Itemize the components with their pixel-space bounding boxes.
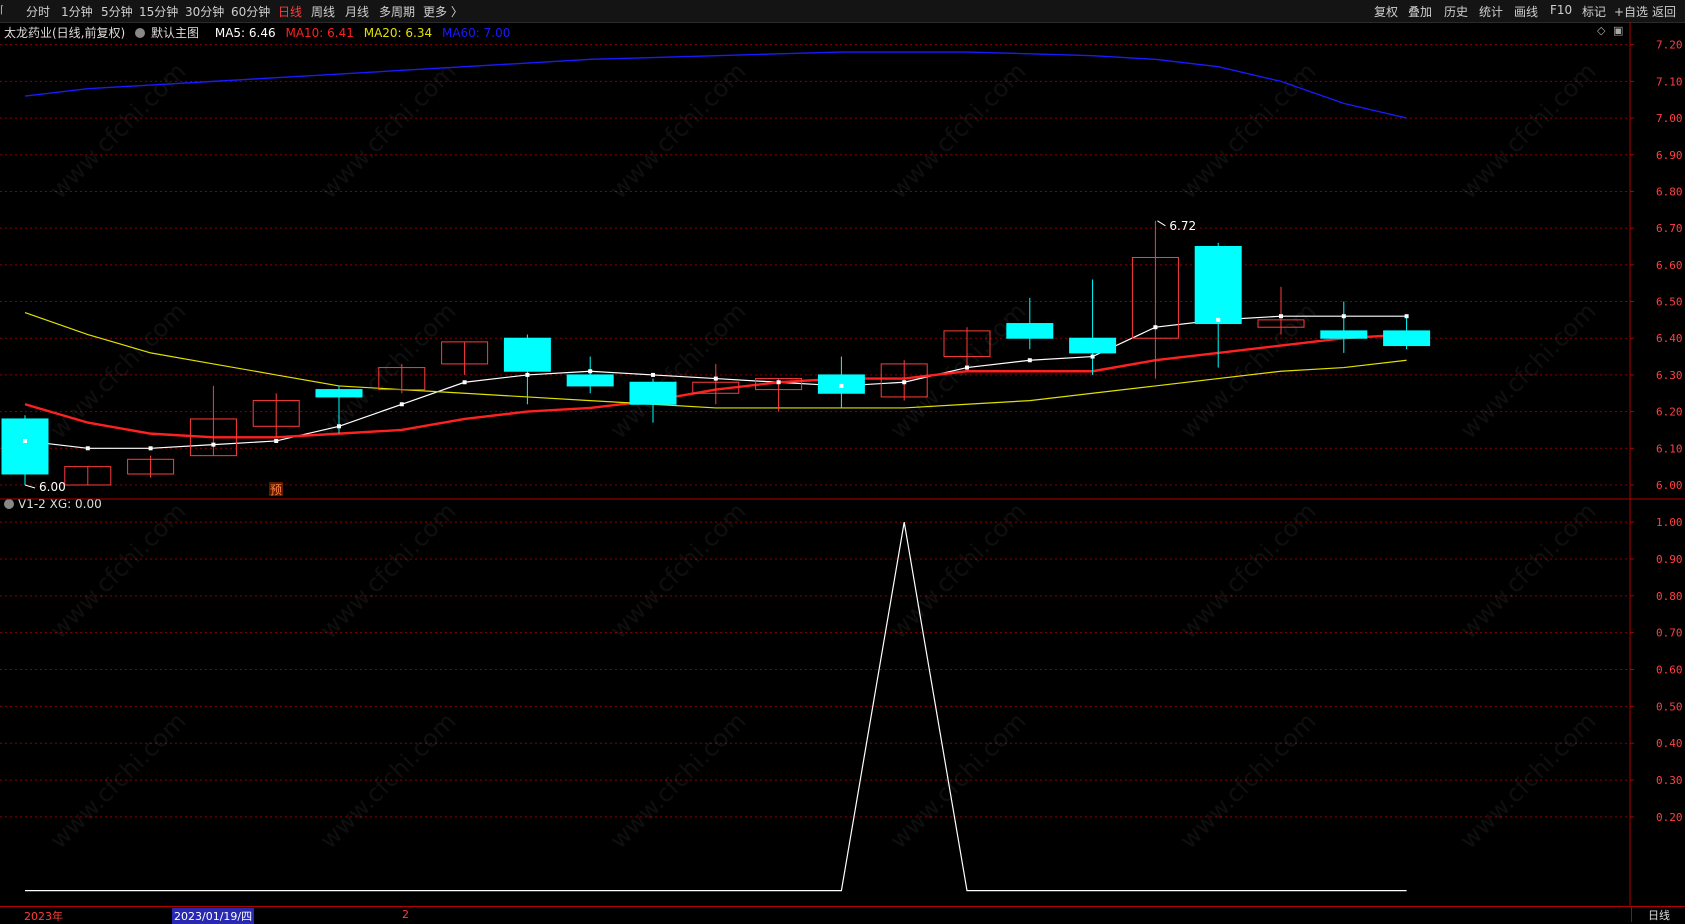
sub-y-tick-label: 0.90 xyxy=(1656,553,1683,566)
ma5-marker xyxy=(713,376,718,381)
main-y-tick-label: 6.40 xyxy=(1656,332,1683,345)
high-annotation-pointer xyxy=(1157,220,1166,227)
ma5-marker xyxy=(85,446,90,451)
main-y-tick-label: 6.80 xyxy=(1656,185,1683,198)
main-y-tick-label: 6.90 xyxy=(1656,149,1683,162)
watermark-text: www.cfchi.com xyxy=(44,297,191,444)
watermark-text: www.cfchi.com xyxy=(1454,57,1601,204)
ma5-marker xyxy=(148,446,153,451)
ma5-marker xyxy=(776,380,781,385)
candle-down xyxy=(315,389,363,398)
sub-y-tick-label: 0.80 xyxy=(1656,590,1683,603)
watermark-text: www.cfchi.com xyxy=(604,57,751,204)
candle-down xyxy=(503,337,551,372)
watermark-text: www.cfchi.com xyxy=(314,707,461,854)
main-y-tick-label: 7.00 xyxy=(1656,112,1683,125)
ma5-marker xyxy=(1216,317,1221,322)
watermark-text: www.cfchi.com xyxy=(1454,297,1601,444)
candle-down xyxy=(1069,337,1117,354)
sub-y-tick-label: 0.70 xyxy=(1656,627,1683,640)
candle-down xyxy=(629,381,677,405)
ma5-marker xyxy=(1090,354,1095,359)
main-y-tick-label: 6.00 xyxy=(1656,479,1683,492)
ma5-marker xyxy=(588,369,593,374)
ma5-marker xyxy=(839,383,844,388)
sub-y-tick-label: 0.50 xyxy=(1656,700,1683,713)
ma5-marker xyxy=(1279,314,1283,319)
watermark-text: www.cfchi.com xyxy=(44,497,191,644)
watermark-text: www.cfchi.com xyxy=(604,297,751,444)
ma5-marker xyxy=(1404,314,1409,319)
sub-y-tick-label: 0.20 xyxy=(1656,811,1683,824)
watermark-text: www.cfchi.com xyxy=(314,497,461,644)
ma5-marker xyxy=(274,438,279,443)
main-y-tick-label: 7.20 xyxy=(1656,39,1683,52)
candle-down xyxy=(1,418,49,475)
main-y-tick-label: 6.70 xyxy=(1656,222,1683,235)
watermark-text: www.cfchi.com xyxy=(44,57,191,204)
watermark-text: www.cfchi.com xyxy=(884,57,1031,204)
watermark-text: www.cfchi.com xyxy=(1174,497,1321,644)
ma5-marker xyxy=(462,380,467,385)
ma5-marker xyxy=(525,372,530,377)
watermark-text: www.cfchi.com xyxy=(604,497,751,644)
watermark-text: www.cfchi.com xyxy=(1454,707,1601,854)
ma5-marker xyxy=(651,372,655,377)
watermark-text: www.cfchi.com xyxy=(884,497,1031,644)
watermark-text: www.cfchi.com xyxy=(604,707,751,854)
ma5-marker xyxy=(337,424,341,429)
high-annotation: 6.72 xyxy=(1169,219,1196,233)
sub-y-tick-label: 0.60 xyxy=(1656,664,1683,677)
watermark-text: www.cfchi.com xyxy=(1454,497,1601,644)
ma5-marker xyxy=(965,365,969,370)
main-y-tick-label: 6.10 xyxy=(1656,442,1683,455)
ma5-marker xyxy=(1341,314,1346,319)
main-y-tick-label: 6.30 xyxy=(1656,369,1683,382)
watermark-text: www.cfchi.com xyxy=(1174,57,1321,204)
kline-chart[interactable]: 7.20 7.10 7.00 6.90 6.80 6.70 6.60 6.50 6.40 6.30… xyxy=(0,0,1685,906)
forecast-badge: 预 xyxy=(270,483,282,497)
watermark-text: www.cfchi.com xyxy=(1174,707,1321,854)
ma5-marker xyxy=(1027,358,1032,363)
low-annotation: 6.00 xyxy=(39,480,66,494)
ma5-marker xyxy=(399,402,404,407)
ma5-marker xyxy=(902,380,907,385)
main-y-tick-label: 6.60 xyxy=(1656,259,1683,272)
ma5-marker xyxy=(23,438,27,443)
candle-down xyxy=(1320,330,1368,339)
candle-down xyxy=(566,374,614,387)
sub-y-tick-label: 0.30 xyxy=(1656,774,1683,787)
time-axis-bar: 2023年 2023/01/19/四 2 xyxy=(0,906,1685,924)
sub-y-tick-label: 0.40 xyxy=(1656,737,1683,750)
watermark-text: www.cfchi.com xyxy=(884,707,1031,854)
candle-down xyxy=(1383,330,1431,347)
watermark-text: www.cfchi.com xyxy=(44,707,191,854)
main-y-tick-label: 6.50 xyxy=(1656,296,1683,309)
ma5-marker xyxy=(211,442,216,447)
main-y-tick-label: 6.20 xyxy=(1656,406,1683,419)
candle-down xyxy=(1194,245,1242,325)
main-y-tick-label: 7.10 xyxy=(1656,75,1683,88)
ma5-marker xyxy=(1153,325,1158,330)
period-indicator[interactable]: 日线 xyxy=(1631,907,1685,922)
month-label: 2 xyxy=(402,908,409,921)
watermark-text: www.cfchi.com xyxy=(314,57,461,204)
candle-down xyxy=(1006,323,1054,339)
sub-y-tick-label: 1.00 xyxy=(1656,516,1683,529)
